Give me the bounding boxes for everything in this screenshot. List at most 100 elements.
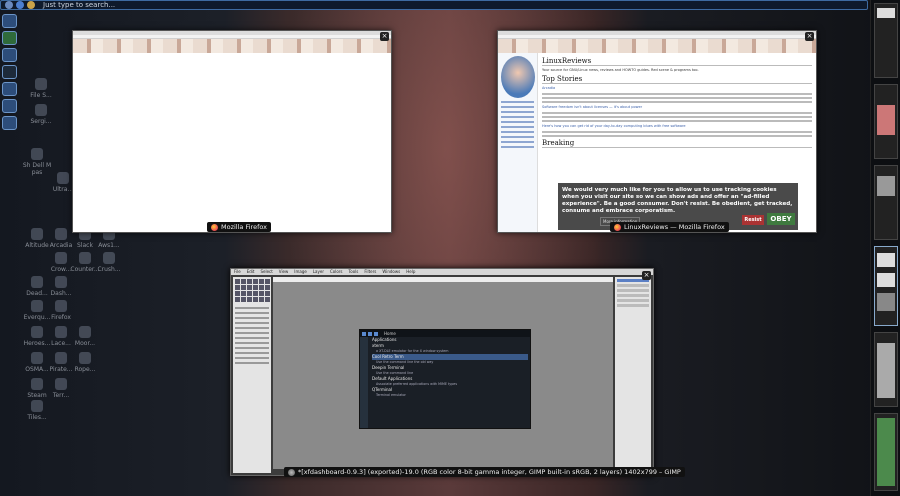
sidebar-link[interactable] — [501, 106, 534, 108]
desktop-icon[interactable]: Tiles... — [22, 400, 52, 421]
app-icon[interactable] — [5, 1, 13, 9]
dock-settings-icon[interactable] — [2, 82, 17, 96]
sidebar-link[interactable] — [501, 126, 534, 128]
menu-windows[interactable]: Windows — [382, 269, 400, 275]
linuxreviews-window[interactable]: × LinuxReviews Your source for GNU/Linux… — [497, 30, 817, 233]
cookie-text: We would very much like for you to allow… — [562, 187, 793, 214]
dock-terminal-icon[interactable] — [2, 65, 17, 79]
toolbox — [233, 277, 271, 473]
sidebar-link[interactable] — [501, 116, 534, 118]
obey-button[interactable]: OBEY — [767, 213, 795, 225]
menu-file[interactable]: File — [234, 269, 241, 275]
tool-icon[interactable] — [259, 297, 264, 302]
menu-layer[interactable]: Layer — [313, 269, 324, 275]
gimp-window[interactable]: File Edit Select View Image Layer Colors… — [230, 268, 654, 476]
tool-icon[interactable] — [241, 279, 246, 284]
xfd-header: Home — [360, 330, 530, 337]
story-title[interactable]: Arcadia — [542, 86, 812, 91]
dock-apps-icon[interactable] — [2, 14, 17, 28]
sidebar-link[interactable] — [501, 111, 534, 113]
tool-icon[interactable] — [241, 291, 246, 296]
xfd-quicklaunch — [360, 337, 368, 428]
tool-icon[interactable] — [247, 285, 252, 290]
sidebar-link[interactable] — [501, 141, 534, 143]
tool-icon[interactable] — [241, 297, 246, 302]
sidebar-link[interactable] — [501, 131, 534, 133]
tool-icon[interactable] — [235, 285, 240, 290]
desktop-icon[interactable]: Rope... — [70, 352, 100, 373]
desktop-icon[interactable]: File S... — [26, 78, 56, 99]
desktop-icon[interactable]: Moor... — [70, 326, 100, 347]
menu-select[interactable]: Select — [260, 269, 272, 275]
tool-icon[interactable] — [241, 285, 246, 290]
firefox-window[interactable]: × — [72, 30, 392, 233]
tool-icon[interactable] — [265, 279, 270, 284]
tool-icon[interactable] — [235, 297, 240, 302]
site-logo[interactable] — [501, 56, 535, 98]
window-caption[interactable]: Mozilla Firefox — [207, 222, 271, 232]
ruler[interactable] — [273, 277, 613, 282]
workspace-thumb[interactable] — [874, 3, 898, 78]
tool-icon[interactable] — [265, 297, 270, 302]
dock-chat-icon[interactable] — [2, 99, 17, 113]
tool-icon[interactable] — [253, 297, 258, 302]
desktop-icon[interactable]: Crush... — [94, 252, 124, 273]
dock-web-icon[interactable] — [2, 48, 17, 62]
home-icon[interactable] — [16, 1, 24, 9]
tool-icon[interactable] — [265, 291, 270, 296]
desktop-icon[interactable]: Terr... — [46, 378, 76, 399]
story-title[interactable]: Here's how you can get rid of your day-t… — [542, 124, 812, 129]
xfd-subtext: Terminal emulator — [376, 393, 406, 397]
search-icon[interactable] — [27, 1, 35, 9]
dock-tools-icon[interactable] — [2, 116, 17, 130]
menu-tools[interactable]: Tools — [349, 269, 359, 275]
workspace-thumb-active[interactable] — [874, 246, 898, 326]
menu-image[interactable]: Image — [294, 269, 307, 275]
window-caption[interactable]: LinuxReviews — Mozilla Firefox — [610, 222, 729, 232]
close-icon[interactable]: × — [805, 32, 814, 41]
tool-icon[interactable] — [247, 279, 252, 284]
story-title[interactable]: Software freedom isn't about licenses — … — [542, 105, 812, 110]
tool-icon[interactable] — [259, 279, 264, 284]
site-sidebar — [498, 53, 538, 232]
close-icon[interactable]: × — [642, 271, 651, 280]
tool-icon[interactable] — [265, 285, 270, 290]
sidebar-link[interactable] — [501, 121, 534, 123]
workspace-thumb[interactable] — [874, 332, 898, 407]
workspace-switcher — [870, 0, 900, 496]
tool-icon[interactable] — [247, 297, 252, 302]
image-canvas[interactable]: Home Applications xterm a XT-DLE emulato… — [273, 277, 613, 469]
sidebar-link[interactable] — [501, 146, 534, 148]
dock-files-icon[interactable] — [2, 31, 17, 45]
menu-view[interactable]: View — [279, 269, 289, 275]
tool-icon[interactable] — [253, 291, 258, 296]
desktop: Just type to search... File S... Sergi..… — [0, 0, 900, 496]
menu-help[interactable]: Help — [406, 269, 415, 275]
menu-colors[interactable]: Colors — [330, 269, 343, 275]
workspace-thumb[interactable] — [874, 413, 898, 491]
workspace-thumb[interactable] — [874, 84, 898, 159]
sidebar-link[interactable] — [501, 136, 534, 138]
gimp-icon — [288, 468, 295, 476]
resist-button[interactable]: Resist — [742, 215, 764, 225]
sidebar-link[interactable] — [501, 101, 534, 103]
menu-filters[interactable]: Filters — [364, 269, 376, 275]
search-bar[interactable]: Just type to search... — [0, 0, 868, 10]
desktop-icon[interactable]: Dash... — [46, 276, 76, 297]
tool-icon[interactable] — [253, 279, 258, 284]
page-title: LinuxReviews — [542, 57, 812, 66]
tool-icon[interactable] — [235, 291, 240, 296]
tool-icon[interactable] — [259, 291, 264, 296]
tool-icon[interactable] — [259, 285, 264, 290]
tool-icon[interactable] — [247, 291, 252, 296]
search-input[interactable]: Just type to search... — [43, 1, 115, 9]
menu-edit[interactable]: Edit — [247, 269, 255, 275]
desktop-icon[interactable]: Firefox — [46, 300, 76, 321]
tool-icon[interactable] — [253, 285, 258, 290]
workspace-thumb[interactable] — [874, 165, 898, 240]
close-icon[interactable]: × — [380, 32, 389, 41]
tool-icon[interactable] — [235, 279, 240, 284]
desktop-icon[interactable]: Sergi... — [26, 104, 56, 125]
window-caption[interactable]: *[xfdashboard-0.9.3] (exported)-19.0 (RG… — [284, 467, 685, 477]
view-icon — [374, 331, 378, 336]
